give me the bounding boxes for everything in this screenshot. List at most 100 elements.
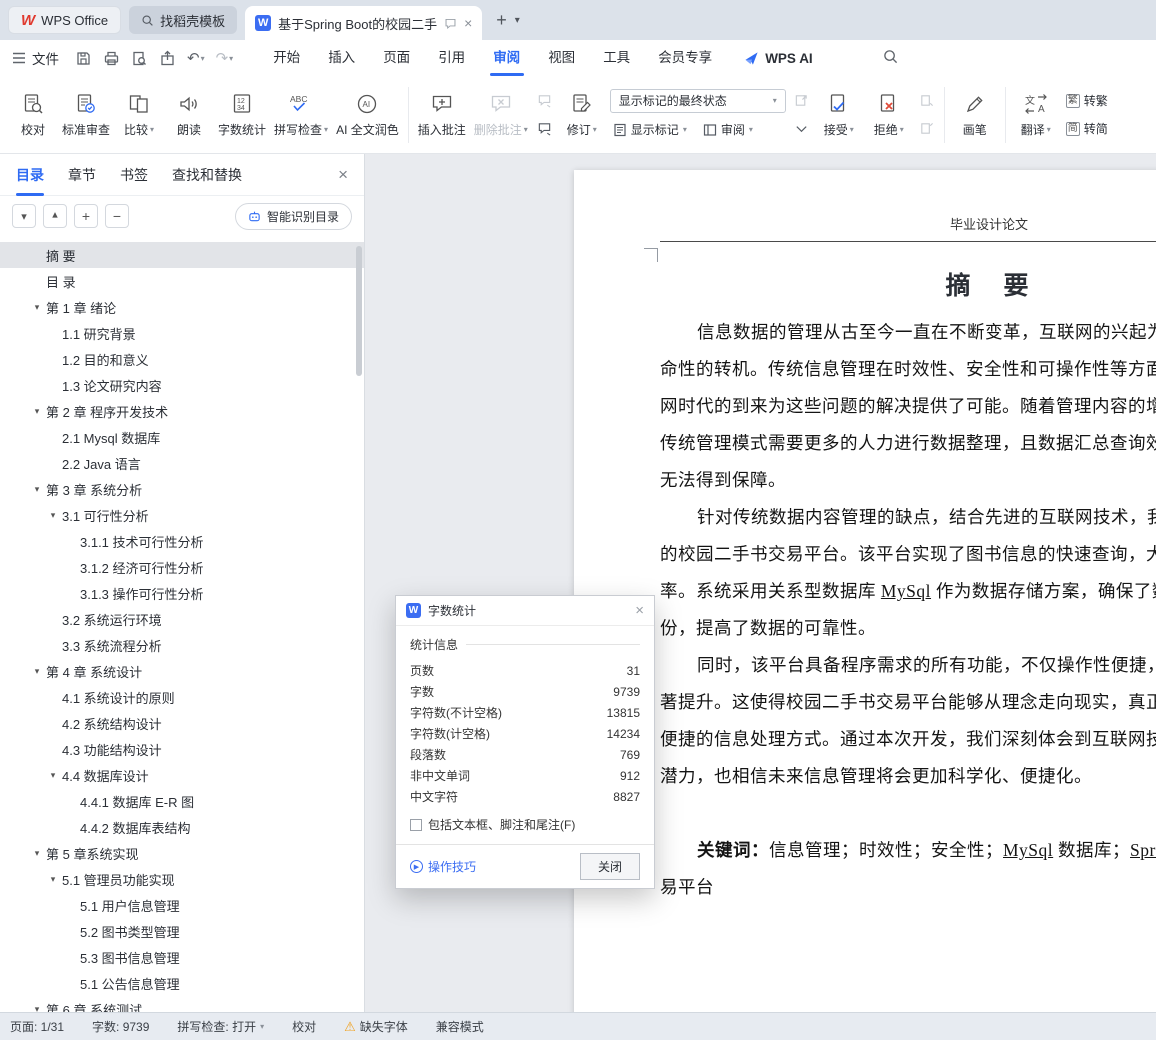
toc-item[interactable]: 3.1.3 操作可行性分析	[0, 580, 364, 606]
print-preview-icon[interactable]	[131, 50, 148, 67]
toc-item[interactable]: 5.2 图书类型管理	[0, 918, 364, 944]
toc-item[interactable]: 1.3 论文研究内容	[0, 372, 364, 398]
menu-tab-视图[interactable]: 视图	[534, 40, 589, 76]
toc-item[interactable]: 4.3 功能结构设计	[0, 736, 364, 762]
toc-expand-arrow[interactable]: ▾	[28, 484, 46, 495]
status-page-number[interactable]: 页面: 1/31	[10, 1018, 64, 1035]
toc-item[interactable]: 3.3 系统流程分析	[0, 632, 364, 658]
to-traditional-button[interactable]: 繁转繁	[1063, 90, 1111, 112]
ink-pen-button[interactable]: 画笔	[950, 82, 1000, 148]
previous-change-button[interactable]	[916, 90, 937, 112]
sidebar-tab-章节[interactable]: 章节	[68, 154, 96, 196]
sidebar-close-icon[interactable]: ×	[338, 165, 348, 185]
redo-button[interactable]: ↷ ▾	[216, 49, 234, 67]
ai-polish-button[interactable]: AI AI 全文润色	[332, 82, 403, 148]
toc-item[interactable]: ▾ 第 6 章 系统测试	[0, 996, 364, 1013]
status-spellcheck[interactable]: 拼写检查: 打开 ▾	[177, 1018, 264, 1035]
next-comment-button[interactable]	[534, 118, 555, 140]
collapse-all-button[interactable]: ▾	[12, 204, 36, 228]
menu-tab-工具[interactable]: 工具	[589, 40, 644, 76]
toc-item[interactable]: 目 录	[0, 268, 364, 294]
zoom-in-button[interactable]: +	[74, 204, 98, 228]
spell-check-button[interactable]: ABC 拼写检查 ▾	[270, 82, 332, 148]
toc-expand-arrow[interactable]: ▾	[28, 848, 46, 859]
toc-item[interactable]: 5.1 用户信息管理	[0, 892, 364, 918]
tab-document[interactable]: W 基于Spring Boot的校园二手 ×	[245, 6, 483, 40]
toc-item[interactable]: 2.2 Java 语言	[0, 450, 364, 476]
smart-toc-button[interactable]: 智能识别目录	[234, 202, 352, 230]
toc-expand-arrow[interactable]: ▾	[44, 510, 62, 521]
menu-tab-会员专享[interactable]: 会员专享	[644, 40, 726, 76]
previous-comment-button[interactable]	[534, 90, 555, 112]
toc-item[interactable]: 4.2 系统结构设计	[0, 710, 364, 736]
sidebar-scrollbar[interactable]	[356, 246, 362, 376]
toc-expand-arrow[interactable]: ▾	[28, 302, 46, 313]
include-textbox-checkbox-row[interactable]: 包括文本框、脚注和尾注(F)	[410, 816, 640, 833]
toc-item[interactable]: 3.2 系统运行环境	[0, 606, 364, 632]
review-pane-button[interactable]: 审阅 ▾	[700, 119, 756, 141]
checkbox-icon[interactable]	[410, 818, 422, 831]
status-word-count[interactable]: 字数: 9739	[92, 1018, 149, 1035]
toc-item[interactable]: ▾ 第 1 章 绪论	[0, 294, 364, 320]
accept-change-button[interactable]: 接受 ▾	[814, 82, 864, 148]
expand-all-button[interactable]: ▾	[43, 204, 67, 228]
toc-expand-arrow[interactable]: ▾	[28, 666, 46, 677]
word-count-button[interactable]: 12 34 字数统计	[214, 82, 270, 148]
dialog-close-icon[interactable]: ×	[635, 602, 644, 619]
toc-item[interactable]: 5.1 公告信息管理	[0, 970, 364, 996]
toc-item[interactable]: ▾ 第 2 章 程序开发技术	[0, 398, 364, 424]
toc-item[interactable]: ▾ 5.1 管理员功能实现	[0, 866, 364, 892]
show-markup-button[interactable]: 显示标记 ▾	[610, 119, 690, 141]
sidebar-tab-查找和替换[interactable]: 查找和替换	[172, 154, 242, 196]
toc-expand-arrow[interactable]: ▾	[44, 874, 62, 885]
goto-change-button[interactable]	[791, 90, 812, 112]
toc-item[interactable]: 1.1 研究背景	[0, 320, 364, 346]
dialog-close-button[interactable]: 关闭	[579, 853, 640, 880]
status-proofread[interactable]: 校对	[292, 1018, 316, 1035]
file-menu-button[interactable]: 文件	[12, 48, 59, 68]
compare-button[interactable]: 比较 ▾	[114, 82, 164, 148]
sidebar-tab-目录[interactable]: 目录	[16, 154, 44, 196]
tab-list-dropdown-icon[interactable]: ▾	[515, 15, 520, 26]
status-missing-font[interactable]: ⚠ 缺失字体	[344, 1018, 408, 1035]
to-simplified-button[interactable]: 简转简	[1063, 118, 1111, 140]
insert-comment-button[interactable]: 插入批注	[414, 82, 470, 148]
read-aloud-button[interactable]: 朗读	[164, 82, 214, 148]
menu-tab-引用[interactable]: 引用	[424, 40, 479, 76]
reject-change-button[interactable]: 拒绝 ▾	[864, 82, 914, 148]
track-changes-button[interactable]: 修订 ▾	[557, 82, 607, 148]
toc-item[interactable]: 摘 要	[0, 242, 364, 268]
toc-expand-arrow[interactable]: ▾	[28, 1004, 46, 1013]
toc-item[interactable]: 5.3 图书信息管理	[0, 944, 364, 970]
menu-tab-插入[interactable]: 插入	[314, 40, 369, 76]
standard-review-button[interactable]: 标准审查	[58, 82, 114, 148]
toc-expand-arrow[interactable]: ▾	[28, 406, 46, 417]
new-tab-button[interactable]: +	[496, 10, 507, 31]
toc-item[interactable]: ▾ 第 5 章系统实现	[0, 840, 364, 866]
undo-button[interactable]: ↶ ▾	[187, 49, 205, 67]
translate-button[interactable]: 文A 翻译 ▾	[1011, 82, 1061, 148]
next-change-button[interactable]	[916, 118, 937, 140]
toc-item[interactable]: 2.1 Mysql 数据库	[0, 424, 364, 450]
zoom-out-button[interactable]: −	[105, 204, 129, 228]
ribbon-more-button[interactable]	[791, 118, 812, 140]
toc-item[interactable]: ▾ 第 3 章 系统分析	[0, 476, 364, 502]
tab-wps-office[interactable]: W WPS Office	[8, 6, 122, 34]
toc-item[interactable]: 1.2 目的和意义	[0, 346, 364, 372]
sidebar-tab-书签[interactable]: 书签	[120, 154, 148, 196]
status-compat-mode[interactable]: 兼容模式	[436, 1018, 484, 1035]
toc-item[interactable]: 4.4.2 数据库表结构	[0, 814, 364, 840]
tips-link[interactable]: ▶ 操作技巧	[410, 858, 476, 875]
menu-tab-开始[interactable]: 开始	[259, 40, 314, 76]
save-icon[interactable]	[75, 50, 92, 67]
toc-item[interactable]: 4.1 系统设计的原则	[0, 684, 364, 710]
menu-search-button[interactable]	[883, 49, 898, 67]
markup-state-dropdown[interactable]: 显示标记的最终状态 ▾	[609, 88, 786, 113]
toc-item[interactable]: ▾ 4.4 数据库设计	[0, 762, 364, 788]
menu-tab-审阅[interactable]: 审阅	[479, 40, 534, 76]
delete-comment-button[interactable]: 删除批注 ▾	[470, 82, 532, 148]
dialog-titlebar[interactable]: W 字数统计 ×	[396, 596, 654, 626]
export-icon[interactable]	[159, 50, 176, 67]
toc-expand-arrow[interactable]: ▾	[44, 770, 62, 781]
close-icon[interactable]: ×	[464, 16, 472, 30]
